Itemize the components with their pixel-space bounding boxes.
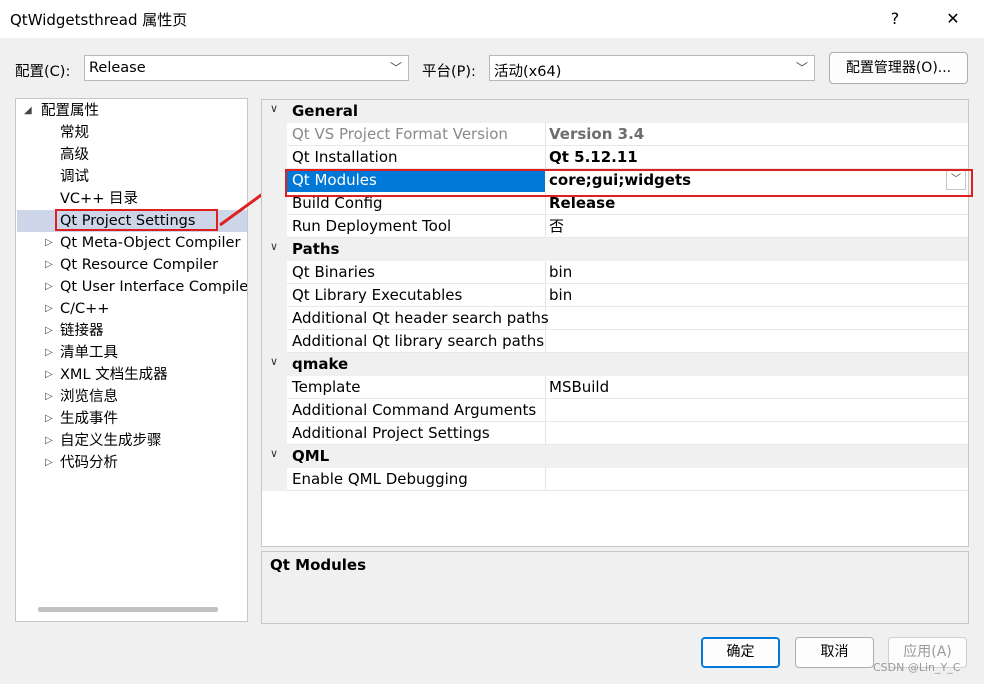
prop-name: Additional Command Arguments [292, 401, 537, 419]
config-label: 配置(C): [15, 64, 71, 80]
description-title: Qt Modules [270, 556, 367, 574]
collapsed-triangle-icon[interactable]: ▷ [45, 347, 53, 358]
annotation-box [285, 169, 973, 197]
prop-value: bin [549, 263, 573, 281]
property-grid: ∨ General Qt VS Project Format Version V… [261, 99, 969, 547]
prop-name: Additional Project Settings [292, 424, 490, 442]
collapsed-triangle-icon[interactable]: ▷ [45, 391, 53, 402]
prop-row[interactable]: Enable QML Debugging [262, 468, 968, 491]
prop-row[interactable]: Template MSBuild [262, 376, 968, 399]
prop-name: Qt Library Executables [292, 286, 463, 304]
prop-name: Enable QML Debugging [292, 470, 468, 488]
config-manager-button[interactable]: 配置管理器(O)... [829, 52, 968, 84]
tree-root-config-properties[interactable]: 配置属性 [41, 100, 99, 122]
chevron-down-icon: ﹀ [389, 61, 402, 75]
collapsed-triangle-icon[interactable]: ▷ [45, 325, 53, 336]
prop-name: Qt VS Project Format Version [292, 125, 508, 143]
collapse-icon[interactable]: ∨ [270, 102, 278, 115]
prop-row[interactable]: Qt Installation Qt 5.12.11 [262, 146, 968, 169]
tree-item-qt-project-settings[interactable]: Qt Project Settings [60, 210, 195, 232]
watermark: CSDN @Lin_Y_C [873, 661, 961, 674]
expanded-triangle-icon[interactable]: ◢ [24, 105, 32, 116]
tree-item-linker[interactable]: 链接器 [60, 320, 104, 342]
collapsed-triangle-icon[interactable]: ▷ [45, 237, 53, 248]
prop-row[interactable]: Additional Qt header search paths [262, 307, 968, 330]
collapsed-triangle-icon[interactable]: ▷ [45, 435, 53, 446]
collapsed-triangle-icon[interactable]: ▷ [45, 369, 53, 380]
horizontal-scrollbar[interactable] [38, 607, 218, 612]
collapsed-triangle-icon[interactable]: ▷ [45, 303, 53, 314]
prop-name: Qt Binaries [292, 263, 375, 281]
prop-value: 否 [549, 217, 565, 235]
category-qmake[interactable]: ∨ qmake [262, 353, 968, 376]
category-qml[interactable]: ∨ QML [262, 445, 968, 468]
prop-value: Qt 5.12.11 [549, 148, 638, 166]
tree-item-xml-doc[interactable]: XML 文档生成器 [60, 364, 168, 386]
collapse-icon[interactable]: ∨ [270, 240, 278, 253]
prop-row[interactable]: Additional Qt library search paths [262, 330, 968, 353]
tree-item-custom-build[interactable]: 自定义生成步骤 [60, 430, 162, 452]
tree-item-debugging[interactable]: 调试 [60, 166, 89, 188]
prop-value: bin [549, 286, 573, 304]
ok-button[interactable]: 确定 [701, 637, 780, 668]
tree-item-browse-info[interactable]: 浏览信息 [60, 386, 118, 408]
prop-row[interactable]: Qt VS Project Format Version Version 3.4 [262, 123, 968, 146]
config-value: Release [89, 60, 146, 76]
prop-value: Version 3.4 [549, 125, 645, 143]
tree-item-manifest-tool[interactable]: 清单工具 [60, 342, 118, 364]
close-icon: ✕ [946, 9, 960, 28]
config-select[interactable]: Release ﹀ [84, 55, 409, 81]
tree-item-build-events[interactable]: 生成事件 [60, 408, 118, 430]
platform-value: 活动(x64) [494, 64, 562, 80]
collapsed-triangle-icon[interactable]: ▷ [45, 413, 53, 424]
prop-row[interactable]: Run Deployment Tool 否 [262, 215, 968, 238]
close-button[interactable]: ✕ [930, 0, 976, 38]
collapse-icon[interactable]: ∨ [270, 355, 278, 368]
prop-name: Additional Qt header search paths [292, 309, 549, 327]
tree-item-advanced[interactable]: 高级 [60, 144, 89, 166]
cancel-button[interactable]: 取消 [795, 637, 874, 668]
category-general[interactable]: ∨ General [262, 100, 968, 123]
tree-item-vc-directories[interactable]: VC++ 目录 [60, 188, 138, 210]
window-title: QtWidgetsthread 属性页 [10, 11, 188, 29]
description-pane: Qt Modules [261, 551, 969, 624]
collapse-icon[interactable]: ∨ [270, 447, 278, 460]
help-button[interactable]: ? [872, 0, 918, 38]
prop-row[interactable]: Qt Library Executables bin [262, 284, 968, 307]
tree-item-general[interactable]: 常规 [60, 122, 89, 144]
prop-name: Run Deployment Tool [292, 217, 452, 235]
tree-item-cpp[interactable]: C/C++ [60, 298, 109, 320]
collapsed-triangle-icon[interactable]: ▷ [45, 259, 53, 270]
prop-value: MSBuild [549, 378, 610, 396]
prop-row[interactable]: Qt Binaries bin [262, 261, 968, 284]
tree-item-code-analysis[interactable]: 代码分析 [60, 452, 118, 474]
prop-name: Additional Qt library search paths [292, 332, 545, 350]
chevron-down-icon: ﹀ [795, 61, 808, 75]
title-bar: QtWidgetsthread 属性页 ? ✕ [0, 0, 984, 38]
collapsed-triangle-icon[interactable]: ▷ [45, 457, 53, 468]
tree-item-qt-rcc[interactable]: Qt Resource Compiler [60, 254, 218, 276]
collapsed-triangle-icon[interactable]: ▷ [45, 281, 53, 292]
platform-select[interactable]: 活动(x64) ﹀ [489, 55, 815, 81]
prop-name: Qt Installation [292, 148, 398, 166]
tree-item-qt-uic[interactable]: Qt User Interface Compiler [60, 276, 247, 298]
platform-label: 平台(P): [422, 64, 476, 80]
category-paths[interactable]: ∨ Paths [262, 238, 968, 261]
prop-row[interactable]: Additional Project Settings [262, 422, 968, 445]
prop-name: Template [292, 378, 361, 396]
prop-row[interactable]: Additional Command Arguments [262, 399, 968, 422]
